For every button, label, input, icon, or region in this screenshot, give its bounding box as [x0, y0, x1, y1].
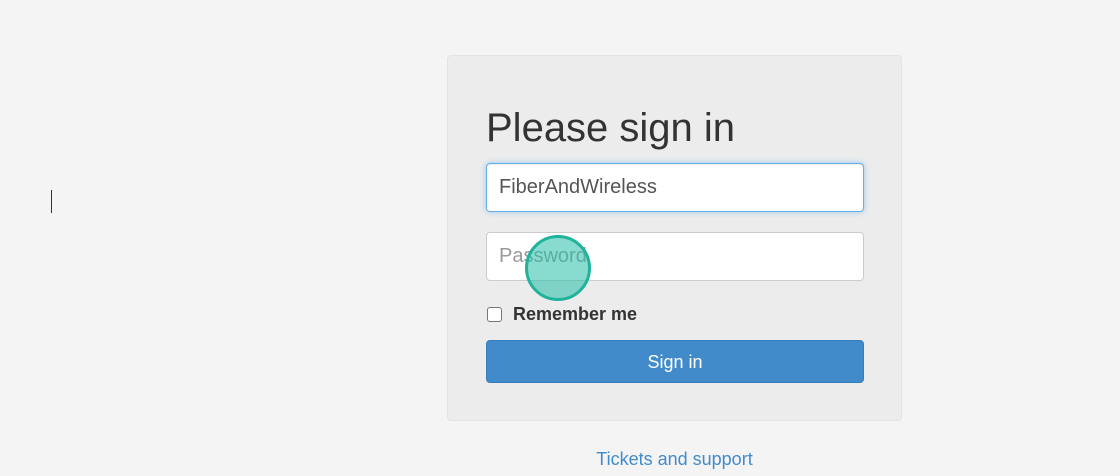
tickets-support-link[interactable]: Tickets and support: [0, 449, 1120, 470]
remember-me-label: Remember me: [513, 303, 638, 324]
username-input[interactable]: [486, 163, 864, 212]
tickets-support-link-label: Tickets and support: [596, 449, 753, 469]
remember-me-option[interactable]: Remember me: [486, 303, 637, 325]
sign-in-panel: Please sign in Remember me Sign in: [447, 55, 902, 421]
page-title: Please sign in: [486, 106, 736, 150]
sign-in-button[interactable]: Sign in: [486, 340, 864, 383]
password-input[interactable]: [486, 232, 864, 281]
login-page: Please sign in Remember me Sign in Ticke…: [0, 0, 1120, 476]
remember-me-checkbox[interactable]: [487, 306, 502, 322]
text-cursor: [51, 190, 52, 213]
